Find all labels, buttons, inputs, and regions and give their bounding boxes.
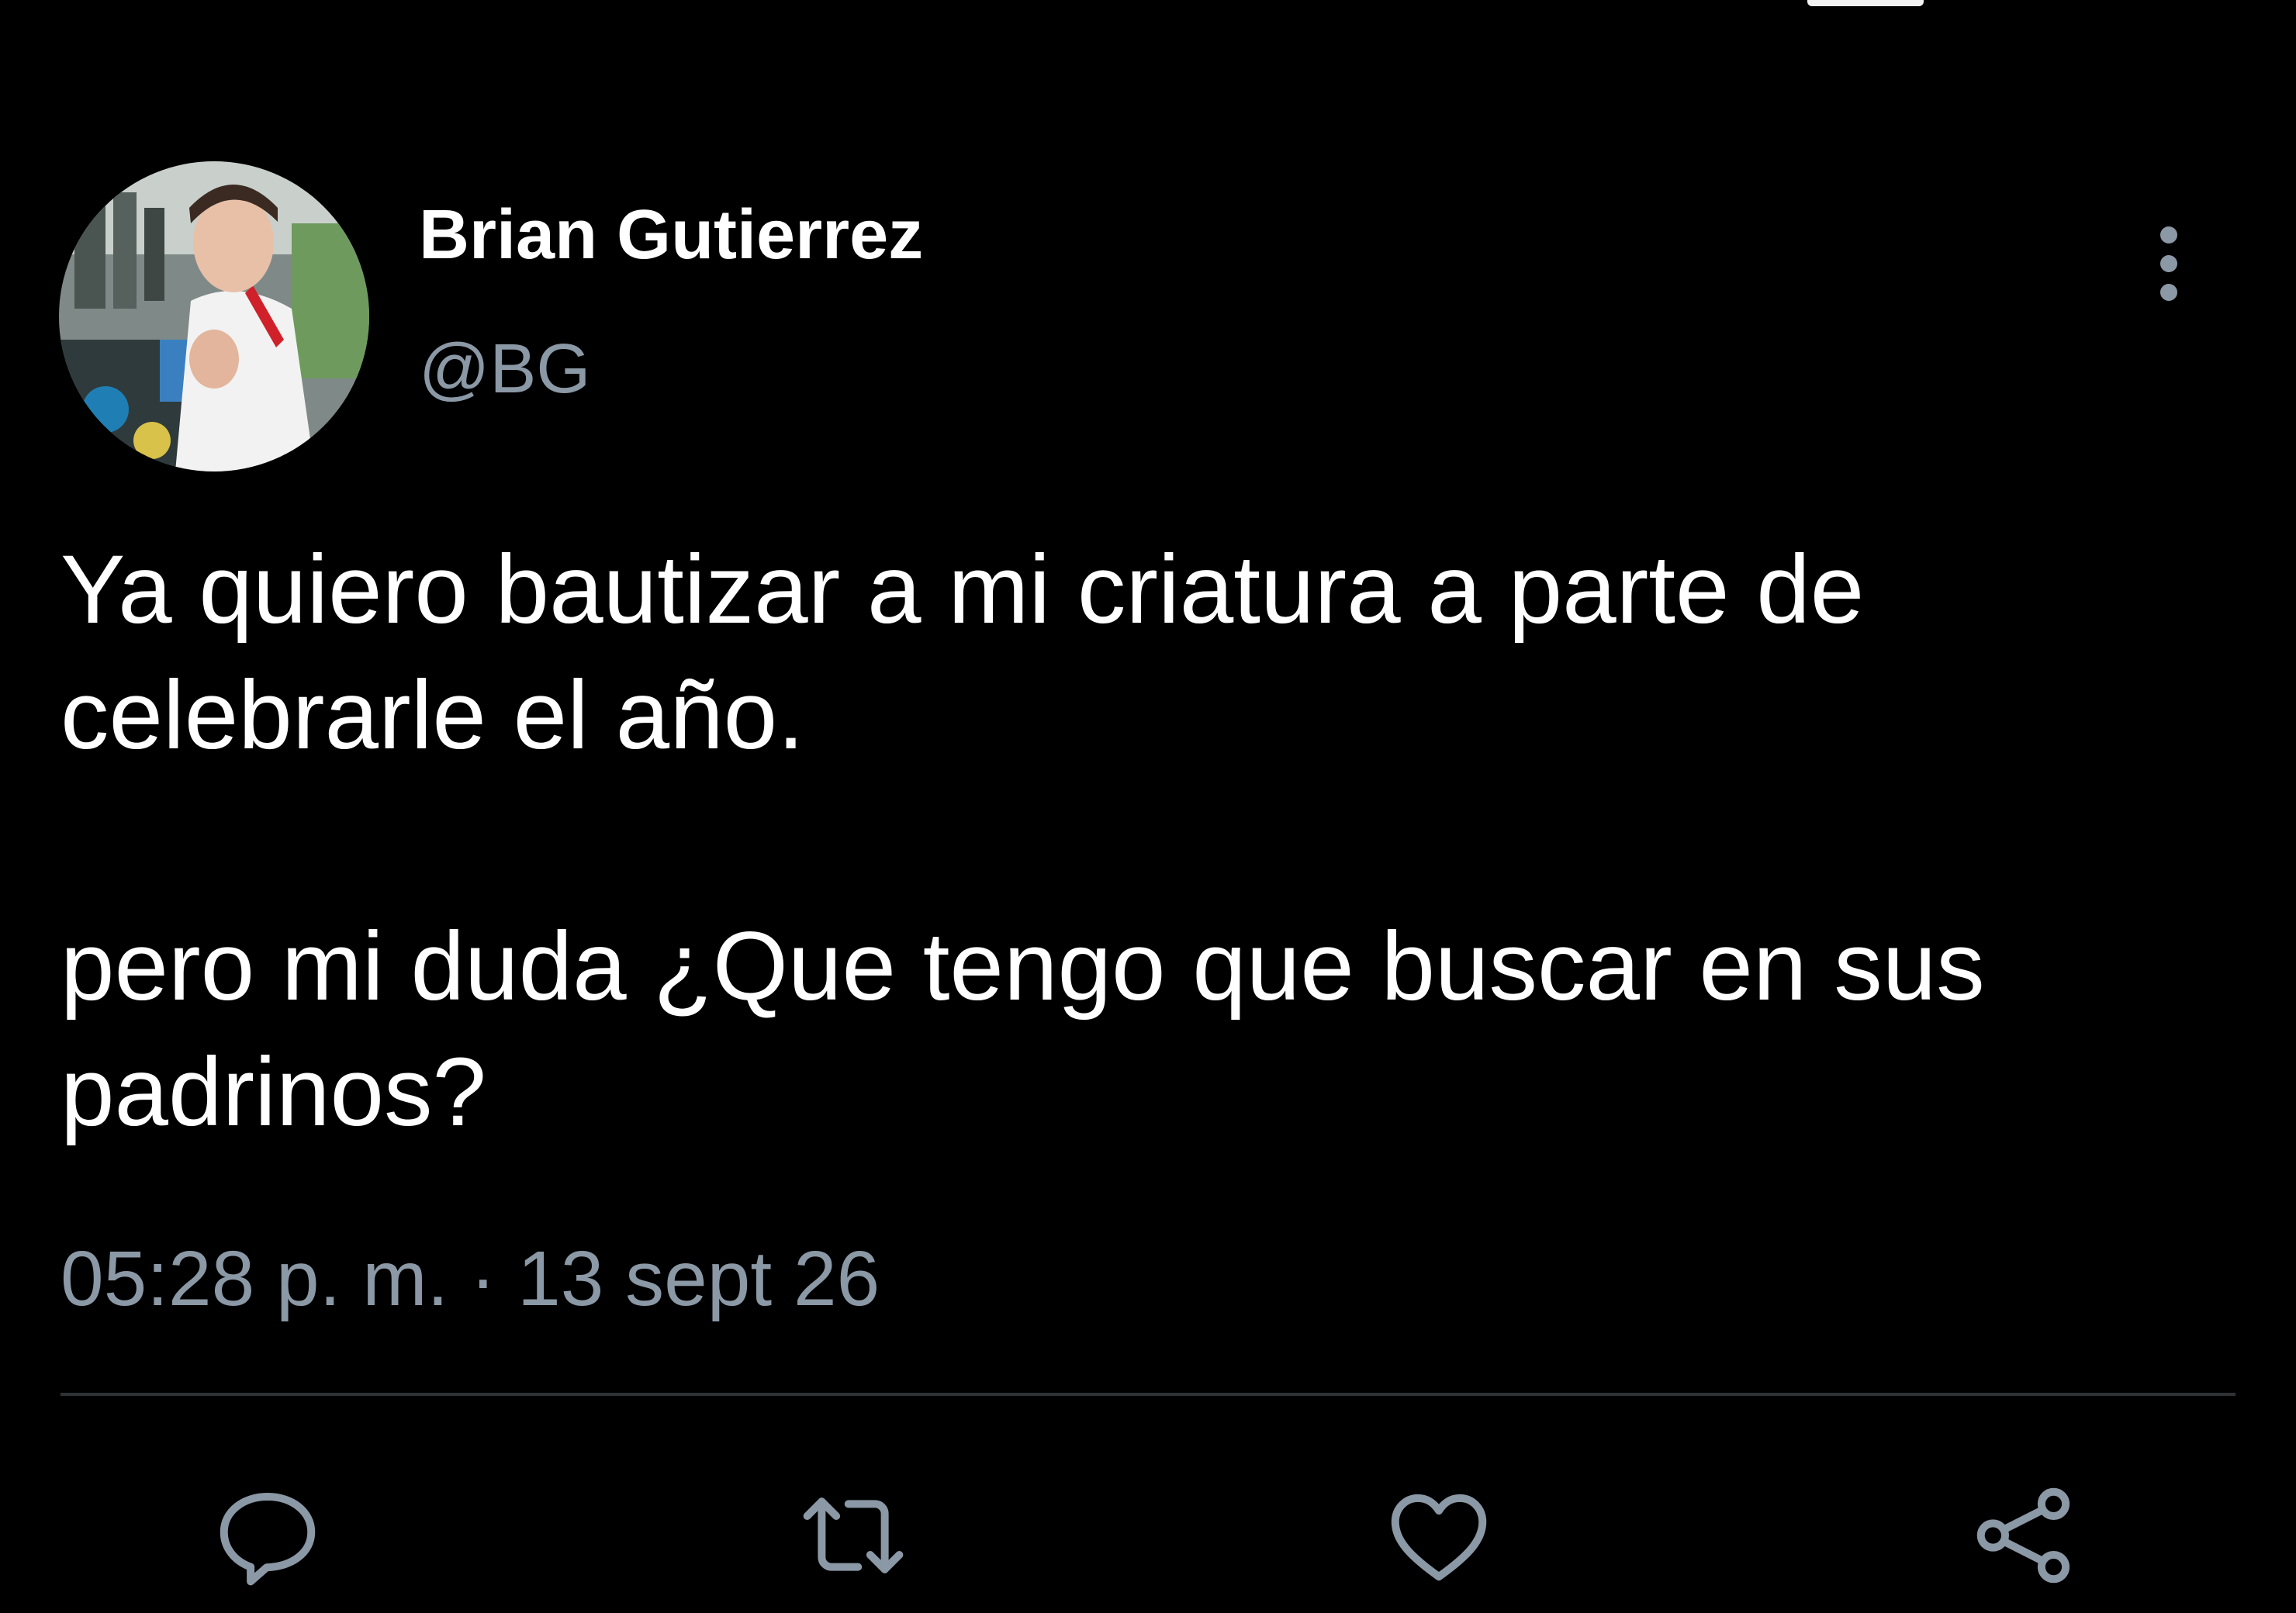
tweet-action-bar bbox=[0, 1473, 2296, 1597]
share-button[interactable] bbox=[1962, 1473, 2087, 1597]
tweet-timestamp[interactable]: 05:28 p. m. · 13 sept 26 bbox=[61, 1235, 880, 1324]
like-button[interactable] bbox=[1377, 1473, 1501, 1597]
author-handle[interactable]: @BG bbox=[419, 330, 590, 409]
tweet-paragraph: pero mi duda ¿Que tengo que buscar en su… bbox=[61, 913, 1985, 1146]
tweet-paragraph: Ya quiero bautizar a mi criatura a parte… bbox=[61, 536, 1865, 769]
heart-icon bbox=[1391, 1494, 1487, 1581]
avatar-photo bbox=[59, 161, 369, 471]
avatar[interactable] bbox=[59, 161, 369, 471]
more-vertical-icon bbox=[2160, 226, 2177, 244]
divider bbox=[61, 1393, 2235, 1396]
more-vertical-icon-dot-3 bbox=[2160, 284, 2177, 301]
more-vertical-icon-dot-2 bbox=[2160, 255, 2177, 272]
reply-button[interactable] bbox=[206, 1473, 330, 1597]
tweet-text: Ya quiero bautizar a mi criatura a parte… bbox=[61, 527, 2232, 1155]
more-options-button[interactable] bbox=[2141, 217, 2197, 310]
retweet-button[interactable] bbox=[791, 1473, 915, 1597]
retweet-icon bbox=[803, 1497, 904, 1573]
reply-icon bbox=[220, 1493, 316, 1586]
tweet-detail-screen: Brian Gutierrez @BG Ya quiero bautizar a… bbox=[0, 0, 2296, 1613]
author-display-name[interactable]: Brian Gutierrez bbox=[419, 195, 923, 275]
share-icon bbox=[1976, 1487, 2070, 1584]
status-bar-indicator bbox=[1807, 0, 1924, 6]
